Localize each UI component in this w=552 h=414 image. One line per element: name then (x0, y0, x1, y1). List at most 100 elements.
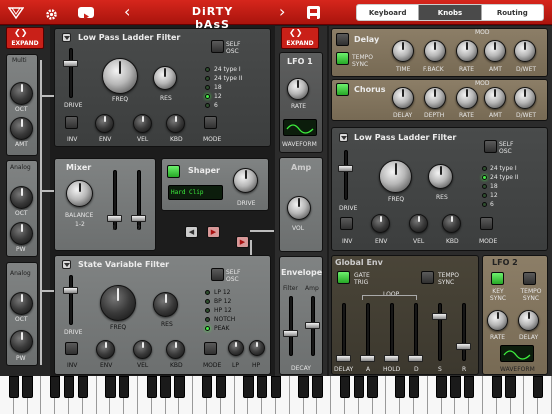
route-right-button[interactable]: ▶ (207, 226, 220, 238)
svf-menu-button[interactable] (62, 260, 71, 269)
lpf2-drive-fader[interactable] (338, 165, 353, 172)
black-key[interactable] (532, 376, 544, 398)
delay-amt-knob[interactable] (484, 40, 506, 62)
black-key[interactable] (270, 376, 282, 398)
lpf1-mode-led[interactable] (205, 76, 210, 81)
black-key[interactable] (160, 376, 171, 398)
chorus-rate-knob[interactable] (456, 87, 478, 109)
black-key[interactable] (312, 376, 323, 398)
pw-knob-1[interactable] (10, 222, 33, 245)
shaper-drive-knob[interactable] (233, 168, 258, 193)
delay-dwet-knob[interactable] (514, 40, 536, 62)
chorus-on-button[interactable] (336, 83, 349, 96)
tab-knobs[interactable]: Knobs (419, 5, 482, 20)
lpf2-mode-led[interactable] (482, 166, 487, 171)
oct-knob-1[interactable] (10, 82, 33, 105)
svf-vel-knob[interactable] (133, 340, 152, 359)
lpf2-mode-button[interactable] (480, 217, 493, 230)
lpf1-env-knob[interactable] (95, 114, 114, 133)
svf-mode-led-active[interactable] (205, 326, 210, 331)
delay-time-knob[interactable] (392, 40, 414, 62)
delay-feedback-knob[interactable] (424, 40, 446, 62)
env-a-fader[interactable] (360, 355, 375, 362)
lpf2-self-osc-button[interactable] (484, 140, 497, 153)
lpf1-self-osc-button[interactable] (211, 40, 224, 53)
black-key[interactable] (353, 376, 365, 398)
black-key[interactable] (339, 376, 351, 398)
lpf1-mode-button[interactable] (204, 116, 217, 129)
black-key[interactable] (8, 376, 20, 398)
oct-knob-2[interactable] (10, 186, 33, 209)
svf-mode-led[interactable] (205, 299, 210, 304)
lpf2-mode-led[interactable] (482, 193, 487, 198)
black-key[interactable] (118, 376, 130, 398)
svf-lp-knob[interactable] (228, 340, 244, 356)
lpf1-menu-button[interactable] (62, 33, 71, 42)
black-key[interactable] (63, 376, 75, 398)
lpf1-vel-knob[interactable] (133, 114, 152, 133)
amp-vol-knob[interactable] (287, 196, 311, 220)
lfo2-key-sync-button[interactable] (491, 272, 504, 285)
black-key[interactable] (77, 376, 89, 398)
black-key[interactable] (367, 376, 378, 398)
svf-inv-button[interactable] (65, 342, 78, 355)
black-key[interactable] (463, 376, 475, 398)
lpf2-mode-led[interactable] (482, 202, 487, 207)
env-r-fader[interactable] (456, 343, 471, 350)
global-env-tempo-sync-button[interactable] (421, 271, 434, 284)
lpf2-inv-button[interactable] (340, 217, 353, 230)
lpf2-menu-button[interactable] (339, 133, 348, 142)
black-key[interactable] (408, 376, 420, 398)
env-s-fader[interactable] (432, 313, 447, 320)
black-key[interactable] (505, 376, 516, 398)
shaper-on-button[interactable] (167, 165, 180, 178)
lpf1-mode-led[interactable] (205, 85, 210, 90)
svf-kbd-knob[interactable] (166, 340, 185, 359)
black-key[interactable] (215, 376, 227, 398)
envelope-filter-fader[interactable] (283, 330, 298, 337)
pw-knob-2[interactable] (10, 330, 33, 353)
tab-keyboard[interactable]: Keyboard (357, 5, 420, 20)
chorus-depth-knob[interactable] (424, 87, 446, 109)
black-key[interactable] (243, 376, 254, 398)
delay-tempo-sync-button[interactable] (336, 52, 349, 65)
lpf2-freq-knob[interactable] (379, 160, 412, 193)
lpf1-kbd-knob[interactable] (166, 114, 185, 133)
black-key[interactable] (450, 376, 461, 398)
lpf1-mode-led[interactable] (205, 67, 210, 72)
svf-drive-fader[interactable] (63, 287, 78, 294)
lpf1-res-knob[interactable] (153, 66, 177, 90)
svf-mode-led[interactable] (205, 317, 210, 322)
video-icon[interactable] (78, 7, 94, 20)
gate-trig-button[interactable] (337, 271, 350, 284)
save-icon[interactable] (307, 6, 320, 20)
lfo2-tempo-sync-button[interactable] (523, 272, 536, 285)
app-logo-icon[interactable] (7, 5, 25, 20)
env-delay-fader[interactable] (336, 355, 351, 362)
svf-mode-led[interactable] (205, 290, 210, 295)
svf-res-knob[interactable] (153, 292, 178, 317)
lpf2-res-knob[interactable] (428, 164, 453, 189)
black-key[interactable] (256, 376, 268, 398)
route-right-button-2[interactable]: ▶ (236, 236, 249, 248)
delay-on-button[interactable] (336, 33, 349, 46)
lpf1-inv-button[interactable] (65, 116, 78, 129)
lpf1-drive-fader[interactable] (63, 60, 78, 67)
black-key[interactable] (298, 376, 309, 398)
lpf1-mode-led[interactable] (205, 103, 210, 108)
black-key[interactable] (174, 376, 185, 398)
black-key[interactable] (146, 376, 158, 398)
black-key[interactable] (491, 376, 503, 398)
lfo2-delay-knob[interactable] (518, 310, 539, 331)
mixer-fader-2[interactable] (131, 215, 146, 222)
lfo2-waveform-display[interactable] (500, 345, 534, 362)
lpf2-kbd-knob[interactable] (442, 214, 461, 233)
black-key[interactable] (49, 376, 61, 398)
lpf2-mode-led-active[interactable] (482, 175, 487, 180)
next-preset-button[interactable]: › (279, 3, 289, 22)
lpf2-env-knob[interactable] (371, 214, 390, 233)
mixer-fader-1[interactable] (107, 215, 122, 222)
svf-hp-knob[interactable] (249, 340, 265, 356)
amt-knob[interactable] (10, 117, 33, 140)
delay-rate-knob[interactable] (456, 40, 478, 62)
